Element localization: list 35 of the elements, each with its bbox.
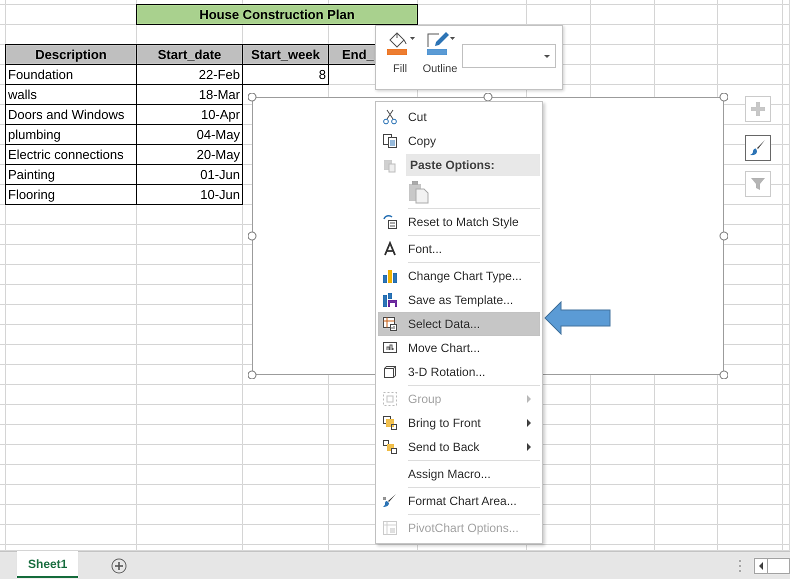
table-cell: 04-May [137, 125, 243, 145]
menu-item[interactable]: Send to Back [378, 435, 540, 459]
menu-item[interactable]: Assign Macro... [378, 462, 540, 486]
table-cell: Foundation [5, 65, 137, 85]
menu-item[interactable]: Copy [378, 129, 540, 153]
table-cell: Painting [5, 165, 137, 185]
table-cell: plumbing [5, 125, 137, 145]
table-cell: Flooring [5, 185, 137, 205]
menu-section-header: Paste Options: [406, 154, 540, 176]
table-cell: 10-Apr [137, 105, 243, 125]
table-cell: 22-Feb [137, 65, 243, 85]
menu-item[interactable]: Change Chart Type... [378, 264, 540, 288]
table-cell: 8 [243, 65, 329, 85]
menu-item[interactable]: Cut [378, 105, 540, 129]
menu-item[interactable]: Save as Template... [378, 288, 540, 312]
column-header: Description [5, 44, 137, 65]
table-cell: 20-May [137, 145, 243, 165]
outline-button[interactable]: Outline [420, 30, 460, 75]
menu-item[interactable]: 3-D Rotation... [378, 360, 540, 384]
sheet-tab[interactable]: Sheet1 [17, 551, 78, 578]
column-header: Start_date [137, 44, 243, 65]
sheet-title: House Construction Plan [136, 4, 418, 25]
menu-item[interactable]: Select Data... [378, 312, 540, 336]
table-cell: walls [5, 85, 137, 105]
table-cell: 18-Mar [137, 85, 243, 105]
table-cell: Electric connections [5, 145, 137, 165]
column-header: Start_week [243, 44, 329, 65]
menu-item[interactable]: Move Chart... [378, 336, 540, 360]
table-cell: 10-Jun [137, 185, 243, 205]
menu-item[interactable]: Bring to Front [378, 411, 540, 435]
table-cell: Doors and Windows [5, 105, 137, 125]
table-cell: 01-Jun [137, 165, 243, 185]
menu-item[interactable]: Reset to Match Style [378, 210, 540, 234]
menu-item[interactable]: Font... [378, 237, 540, 261]
menu-item[interactable]: Format Chart Area... [378, 489, 540, 513]
